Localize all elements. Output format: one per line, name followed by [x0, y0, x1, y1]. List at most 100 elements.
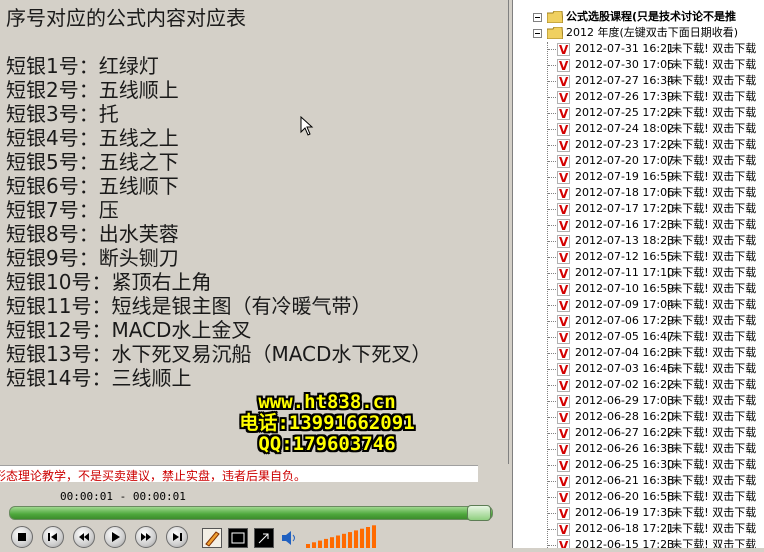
tree-item-date: 2012-07-02 16:22 — [575, 378, 675, 391]
tree-item-status: [未下载! 双击下载 — [667, 218, 757, 231]
tree-item-date: 2012-07-20 17:07 — [575, 154, 675, 167]
volume-bar — [306, 544, 310, 548]
tree-item-date: 2012-07-30 17:05 — [575, 58, 675, 71]
fast-forward-icon — [141, 533, 151, 541]
video-file-icon: V — [557, 427, 570, 441]
formula-line: 短银6号：五线顺下 — [6, 174, 179, 198]
video-file-icon: V — [557, 331, 570, 345]
video-file-icon: V — [557, 59, 570, 73]
watermark: www.ht838.cn 电话:13991662091 QQ:179603746 — [222, 392, 432, 455]
progress-knob[interactable] — [467, 505, 491, 521]
tree-item-date: 2012-06-29 17:03 — [575, 394, 675, 407]
watermark-website: www.ht838.cn — [258, 391, 396, 413]
video-file-icon: V — [557, 235, 570, 249]
mute-button[interactable] — [280, 528, 300, 548]
tree-item-status: [未下载! 双击下载 — [667, 106, 757, 119]
tree-item-status: [未下载! 双击下载 — [667, 186, 757, 199]
formula-line: 短银13号：水下死叉易沉船（MACD水下死叉） — [6, 342, 432, 366]
tree-item-status: [未下载! 双击下载 — [667, 458, 757, 471]
tree-item-status: [未下载! 双击下载 — [667, 202, 757, 215]
tree-item-status: [未下载! 双击下载 — [667, 122, 757, 135]
tree-root-label: 公式选股课程(只是技术讨论不是推 — [566, 10, 737, 23]
volume-slider[interactable] — [306, 524, 382, 548]
tree-item-date: 2012-07-09 17:04 — [575, 298, 675, 311]
tree-item-status: [未下载! 双击下载 — [667, 346, 757, 359]
next-icon — [173, 533, 182, 541]
video-file-icon: V — [557, 139, 570, 153]
formula-line: 短银5号：五线之下 — [6, 150, 179, 174]
formula-line: 短银1号：红绿灯 — [6, 54, 159, 78]
video-file-icon: V — [557, 315, 570, 329]
play-button[interactable] — [104, 526, 126, 548]
volume-bar — [348, 532, 352, 548]
speaker-icon — [282, 531, 295, 545]
volume-bar — [366, 527, 370, 548]
video-file-icon: V — [557, 507, 570, 521]
tree-item-date: 2012-06-19 17:35 — [575, 506, 675, 519]
tree-item-date: 2012-07-10 16:59 — [575, 282, 675, 295]
previous-icon — [48, 533, 57, 541]
window-mode-button[interactable] — [228, 528, 248, 548]
tree-item-date: 2012-07-12 16:55 — [575, 250, 675, 263]
tree-item-date: 2012-07-17 17:20 — [575, 202, 675, 215]
volume-bar — [330, 537, 334, 548]
video-file-icon: V — [557, 75, 570, 89]
video-file-icon: V — [557, 91, 570, 105]
collapse-icon[interactable] — [533, 29, 542, 38]
tree-item-date: 2012-07-23 17:22 — [575, 138, 675, 151]
collapse-icon[interactable] — [533, 13, 542, 22]
settings-button[interactable] — [202, 528, 222, 548]
volume-bar — [312, 542, 316, 548]
video-file-icon: V — [557, 539, 570, 548]
tree-item-date: 2012-07-18 17:06 — [575, 186, 675, 199]
tree-item-date: 2012-07-19 16:59 — [575, 170, 675, 183]
player-controls: 00:00:01 - 00:00:01 — [0, 482, 508, 548]
formula-line: 短银3号：托 — [6, 102, 119, 126]
ticker-text: 形态理论教学，不是买卖建议，禁止实盘，违者后果自负。 — [0, 469, 307, 483]
tree-item-date: 2012-06-18 17:21 — [575, 522, 675, 535]
video-file-icon: V — [557, 107, 570, 121]
tree-item-date: 2012-06-26 16:38 — [575, 442, 675, 455]
fast-forward-button[interactable] — [135, 526, 157, 548]
video-file-icon: V — [557, 171, 570, 185]
tree-year-label: 2012 年度(左键双击下面日期收看) — [566, 26, 739, 39]
video-file-icon: V — [557, 267, 570, 281]
tree-item-date: 2012-07-13 18:23 — [575, 234, 675, 247]
stop-button[interactable] — [11, 526, 33, 548]
tree-item-status: [未下载! 双击下载 — [667, 74, 757, 87]
video-file-icon: V — [557, 395, 570, 409]
formula-line: 短银14号：三线顺上 — [6, 366, 192, 390]
tree-item-status: [未下载! 双击下载 — [667, 522, 757, 535]
folder-icon — [547, 11, 563, 23]
tree-item-status: [未下载! 双击下载 — [667, 442, 757, 455]
progress-bar[interactable] — [9, 506, 493, 520]
tree-item-status: [未下载! 双击下载 — [667, 42, 757, 55]
window-icon — [231, 532, 245, 544]
next-button[interactable] — [166, 526, 188, 548]
formula-line: 短银11号：短线是银主图（有冷暖气带） — [6, 294, 372, 318]
tree-item-status: [未下载! 双击下载 — [667, 490, 757, 503]
video-file-icon: V — [557, 523, 570, 537]
video-display[interactable]: 序号对应的公式内容对应表 短银1号：红绿灯 短银2号：五线顺上 短银3号：托 短银4号… — [0, 0, 509, 464]
time-display: 00:00:01 - 00:00:01 — [60, 490, 186, 503]
video-file-icon: V — [557, 363, 570, 377]
volume-bar — [318, 540, 322, 548]
formula-line: 短银7号：压 — [6, 198, 119, 222]
folder-open-icon — [547, 27, 563, 39]
video-file-icon: V — [557, 491, 570, 505]
video-title: 序号对应的公式内容对应表 — [6, 6, 246, 30]
volume-bar — [324, 538, 328, 548]
formula-line: 短银2号：五线顺上 — [6, 78, 179, 102]
fullscreen-button[interactable] — [254, 528, 274, 548]
tree-item-status: [未下载! 双击下载 — [667, 154, 757, 167]
tree-item-date: 2012-06-20 16:58 — [575, 490, 675, 503]
rewind-button[interactable] — [73, 526, 95, 548]
video-file-icon: V — [557, 155, 570, 169]
previous-button[interactable] — [42, 526, 64, 548]
tree-item-date: 2012-07-26 17:39 — [575, 90, 675, 103]
tree-item-date: 2012-07-06 17:29 — [575, 314, 675, 327]
mouse-cursor-icon — [300, 116, 314, 136]
tree-item-date: 2012-07-03 16:46 — [575, 362, 675, 375]
video-file-icon: V — [557, 219, 570, 233]
volume-bar — [372, 525, 376, 548]
